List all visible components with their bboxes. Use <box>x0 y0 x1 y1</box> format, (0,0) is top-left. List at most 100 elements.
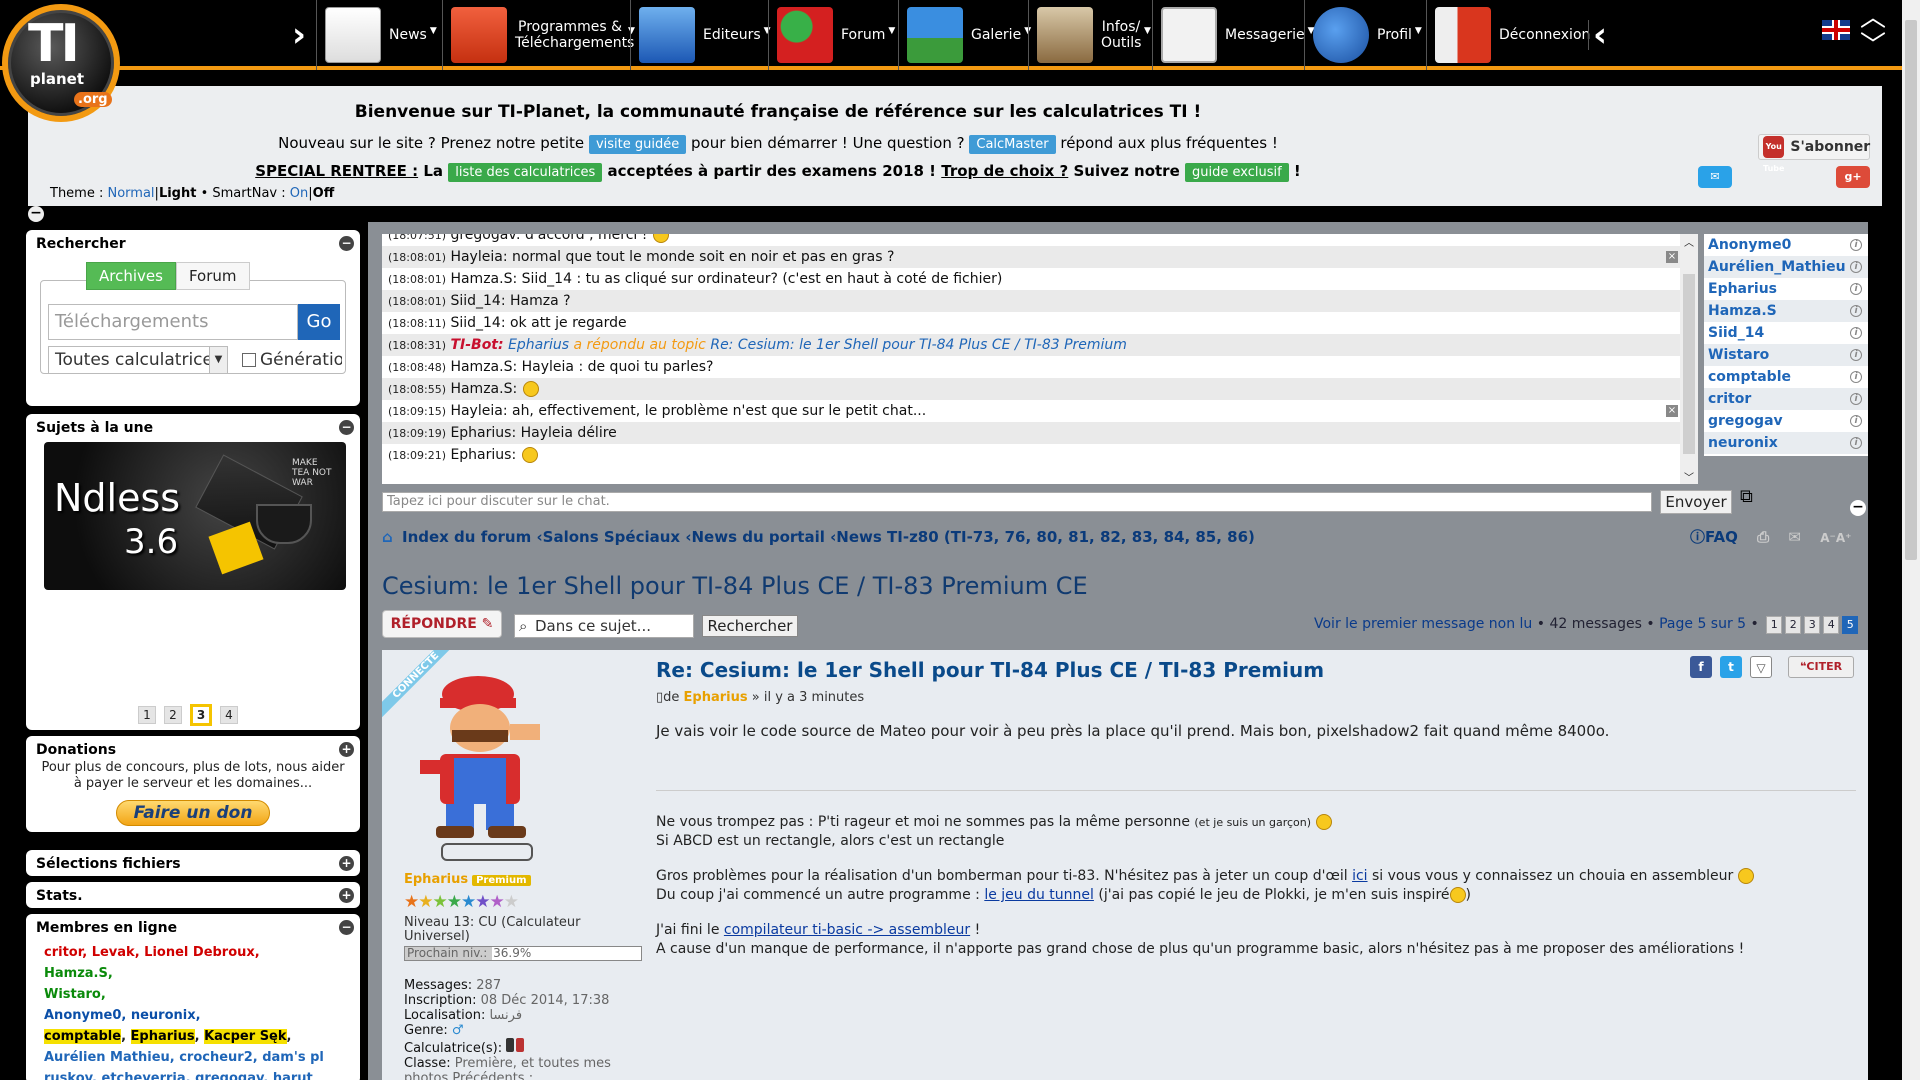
sig-compiler-link[interactable]: compilateur ti-basic -> assembleur <box>724 922 970 938</box>
nav-item-editeurs[interactable]: Editeurs ▼ <box>630 0 771 70</box>
page-2-button[interactable]: 2 <box>1785 616 1802 634</box>
member-link[interactable]: Levak <box>92 945 135 960</box>
online-user-name[interactable]: neuronix <box>1708 435 1778 451</box>
page-5-button[interactable]: 5 <box>1842 616 1859 634</box>
chat-bot-topic-link[interactable]: Re: Cesium: le 1er Shell pour TI-84 Plus… <box>710 337 1127 353</box>
smartnav-on-link[interactable]: On <box>290 186 308 201</box>
chat-input[interactable]: Tapez ici pour discuter sur le chat. <box>382 492 1652 512</box>
online-user[interactable]: critor i <box>1704 388 1868 410</box>
nav-item-forum[interactable]: Forum ▼ <box>768 0 898 70</box>
collapse-members-icon[interactable]: − <box>339 920 354 935</box>
facebook-icon[interactable]: f <box>1690 656 1712 678</box>
reply-button[interactable]: RÉPONDRE ✎ <box>382 610 502 638</box>
twitter-google-icon[interactable]: ✉ <box>1698 166 1732 188</box>
calculator-icon[interactable] <box>516 1038 525 1052</box>
ndless-featured-image[interactable]: MAKE TEA NOT WAR Ndless 3.6 <box>44 442 346 590</box>
featured-page-1[interactable]: 1 <box>138 706 156 724</box>
trop-de-choix-link[interactable]: Trop de choix ? <box>941 162 1068 180</box>
member-link[interactable]: Hamza.S <box>44 966 108 981</box>
nav-item-messagerie[interactable]: Messagerie ▼ <box>1152 0 1315 70</box>
smartnav-off-link[interactable]: Off <box>313 186 335 201</box>
sig-tunnel-link[interactable]: le jeu du tunnel <box>984 887 1094 903</box>
online-user[interactable]: comptable i <box>1704 366 1868 388</box>
info-icon[interactable]: i <box>1850 239 1862 251</box>
guide-exclusif-button[interactable]: guide exclusif <box>1185 163 1289 182</box>
search-go-button[interactable]: Go <box>298 304 340 340</box>
featured-page-3[interactable]: 3 <box>190 704 212 726</box>
online-user[interactable]: Anonyme0 i <box>1704 234 1868 256</box>
online-user-name[interactable]: Anonyme0 <box>1708 237 1791 253</box>
info-icon[interactable]: i <box>1850 305 1862 317</box>
nav-item-infos-outils[interactable]: Infos/ Outils ▼ <box>1028 0 1152 70</box>
page-4-button[interactable]: 4 <box>1823 616 1840 634</box>
expand-stats-icon[interactable]: + <box>339 888 354 903</box>
chat-bot-user[interactable]: Epharius <box>508 337 569 353</box>
member-link[interactable]: Kacper Sęk <box>204 1029 287 1044</box>
member-link[interactable]: Lionel Debroux <box>144 945 255 960</box>
scroll-down-icon[interactable]: ﹀ <box>1680 469 1698 484</box>
faq-link[interactable]: FAQ <box>1705 528 1738 546</box>
email-icon[interactable]: ✉ <box>1788 528 1801 546</box>
expand-selections-icon[interactable]: + <box>339 856 354 871</box>
nav-item-news[interactable]: News ▼ <box>316 0 442 70</box>
online-user[interactable]: Hamza.S i <box>1704 300 1868 322</box>
page-scrollbar[interactable] <box>1902 0 1920 1080</box>
topic-title[interactable]: Cesium: le 1er Shell pour TI-84 Plus CE … <box>382 572 1088 600</box>
collapse-chat-icon[interactable]: − <box>1850 500 1866 516</box>
tab-forum[interactable]: Forum <box>175 262 250 290</box>
post-author[interactable]: Epharius Premium <box>404 872 531 887</box>
member-link[interactable]: Epharius <box>130 1029 195 1044</box>
sig-ici-link[interactable]: ici <box>1352 868 1367 884</box>
breadcrumb-index[interactable]: Index du forum <box>402 528 531 546</box>
featured-page-2[interactable]: 2 <box>164 706 182 724</box>
chat-scroll-thumb[interactable] <box>1683 274 1695 454</box>
nav-item-profil[interactable]: Profil ▼ <box>1304 0 1426 70</box>
nav-prev-arrow-icon[interactable]: ‹ <box>1588 18 1607 52</box>
member-link[interactable]: Anonyme0 <box>44 1008 121 1023</box>
delete-message-icon[interactable]: × <box>1666 251 1678 263</box>
breadcrumb-news-tiz80[interactable]: ‹News TI-z80 (TI-73, 76, 80, 81, 82, 83,… <box>830 528 1255 546</box>
calculator-icon[interactable] <box>506 1038 515 1052</box>
online-user[interactable]: Epharius i <box>1704 278 1868 300</box>
nav-item-programmes[interactable]: Programmes & Téléchargements ▼ <box>442 0 635 70</box>
online-user-name[interactable]: Epharius <box>1708 281 1777 297</box>
collapse-search-icon[interactable]: − <box>339 236 354 251</box>
featured-page-4[interactable]: 4 <box>220 706 238 724</box>
online-user-name[interactable]: Wistaro <box>1708 347 1769 363</box>
online-user[interactable]: gregogav i <box>1704 410 1868 432</box>
info-icon[interactable]: i <box>1850 437 1862 449</box>
info-icon[interactable]: i <box>1850 371 1862 383</box>
members-row-users[interactable]: Aurélien Mathieu, crocheur2, dam's pl <box>44 1047 342 1068</box>
print-icon[interactable]: ⎙ <box>1757 528 1769 546</box>
expand-donations-icon[interactable]: + <box>339 742 354 757</box>
page-scroll-thumb[interactable] <box>1905 20 1917 560</box>
breadcrumb-news-portail[interactable]: ‹News du portail <box>685 528 825 546</box>
delete-message-icon[interactable]: × <box>1666 405 1678 417</box>
breadcrumb-salons[interactable]: ‹Salons Spéciaux <box>536 528 680 546</box>
chevron-up-icon[interactable]: ︿ <box>1860 5 1886 31</box>
online-user-name[interactable]: Hamza.S <box>1708 303 1777 319</box>
online-user-name[interactable]: Aurélien_Mathieu <box>1708 259 1846 275</box>
page-3-button[interactable]: 3 <box>1804 616 1821 634</box>
ti-planet-logo[interactable]: TI planet .org <box>0 0 128 136</box>
post-author-name[interactable]: Epharius <box>404 872 468 887</box>
post-title[interactable]: Re: Cesium: le 1er Shell pour TI-84 Plus… <box>656 658 1324 682</box>
chat-send-button[interactable]: Envoyer <box>1660 490 1732 514</box>
font-size-icon[interactable]: A⁻A⁺ <box>1820 531 1851 545</box>
calcmaster-button[interactable]: CalcMaster <box>969 135 1056 154</box>
online-user-name[interactable]: gregogav <box>1708 413 1783 429</box>
member-link[interactable]: comptable <box>44 1029 122 1044</box>
selections-title[interactable]: Sélections fichiers <box>26 850 360 878</box>
youtube-subscribe-button[interactable]: You Tube S'abonner <box>1758 134 1870 173</box>
theme-light-link[interactable]: Light <box>159 186 197 201</box>
vote-icon[interactable]: ▽ <box>1750 656 1772 678</box>
collapse-sidebar-icon[interactable]: − <box>28 206 44 222</box>
member-link[interactable]: critor <box>44 945 82 960</box>
stats-title[interactable]: Stats. <box>26 882 360 910</box>
avatar[interactable] <box>400 664 570 864</box>
online-user[interactable]: neuronix i <box>1704 432 1868 454</box>
nav-next-arrow-icon[interactable]: › <box>292 18 306 52</box>
info-icon[interactable]: i <box>1850 283 1862 295</box>
calculator-select[interactable]: Toutes calculatrices ▼ <box>48 346 228 374</box>
twitter-icon[interactable]: t <box>1720 656 1742 678</box>
